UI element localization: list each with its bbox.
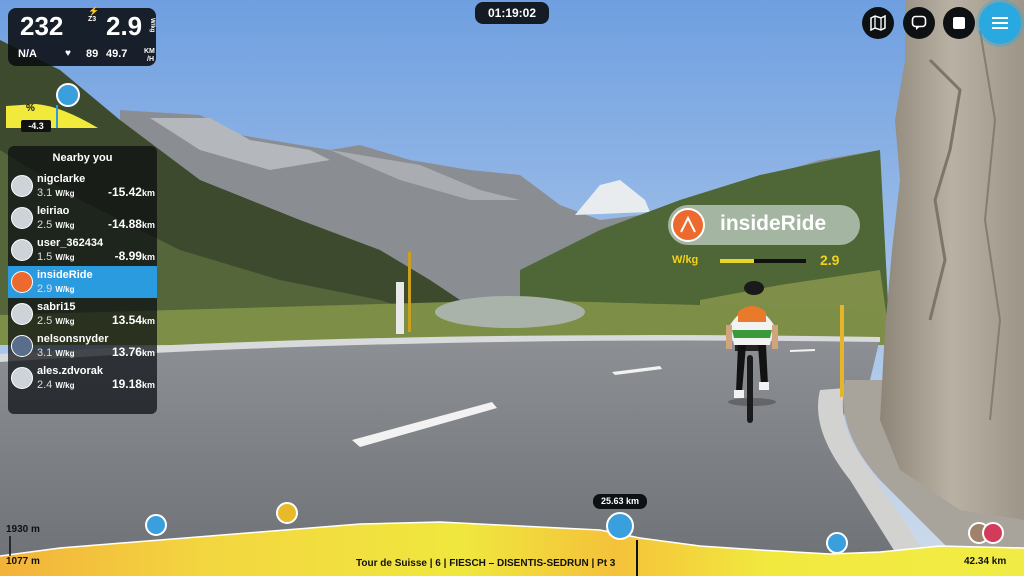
stop-icon	[953, 17, 965, 29]
rider-name: insideRide	[37, 269, 93, 281]
rider-wkg: 3.1 W/kg	[37, 187, 75, 199]
chat-button[interactable]	[903, 7, 935, 39]
course-title: Tour de Suisse | 6 | FIESCH – DISENTIS-S…	[356, 558, 616, 569]
heart-icon: ♥	[65, 48, 71, 59]
rider-gap: 19.18km	[111, 377, 155, 391]
speed-unit-bottom: /H	[147, 56, 154, 63]
rider-wkg: 2.5 W/kg	[37, 315, 75, 327]
rider-wkg: 2.4 W/kg	[37, 379, 75, 391]
current-position-marker-icon	[606, 512, 634, 540]
rider-gap: -15.42km	[107, 185, 155, 199]
cadence-value: N/A	[18, 48, 37, 60]
nearby-rider-row[interactable]: leiriao 2.5 W/kg -14.88km	[8, 202, 157, 234]
player-wkg-track	[720, 259, 806, 263]
player-wkg-label: W/kg	[672, 254, 699, 266]
nearby-title: Nearby you	[52, 152, 113, 164]
rider-avatar	[11, 271, 33, 293]
player-name-tag: insideRide	[668, 205, 860, 245]
min-elevation: 1077 m	[6, 556, 40, 567]
rider-name: ales.zdvorak	[37, 365, 104, 377]
wkg-value: 2.9	[106, 11, 143, 41]
rider-avatar	[11, 303, 33, 325]
rider-wkg: 2.5 W/kg	[37, 219, 75, 231]
map-icon	[870, 15, 886, 31]
player-wkg-value: 2.9	[820, 252, 840, 268]
player-name: insideRide	[720, 212, 827, 235]
current-distance: 25.63 km	[593, 494, 647, 509]
rider-name: nigclarke	[37, 173, 86, 185]
ride-timer: 01:19:02	[475, 2, 549, 24]
menu-icon	[992, 17, 1008, 29]
chat-icon	[911, 15, 927, 30]
nearby-rider-row[interactable]: user_362434 1.5 W/kg -8.99km	[8, 234, 157, 266]
power-zone: Z3	[88, 16, 97, 23]
player-wkg-bar: W/kg 2.9	[672, 252, 852, 270]
rider-wkg: 2.9 W/kg	[37, 283, 75, 295]
rider-gap: 13.54km	[111, 313, 155, 327]
insideride-logo-icon	[671, 208, 705, 242]
map-button[interactable]	[862, 7, 894, 39]
nearby-riders-panel: Nearby you nigclarke 3.1 W/kg -15.42km l…	[8, 146, 157, 414]
gradient-symbol: %	[26, 103, 35, 114]
rider-name: nelsonsnyder	[37, 333, 109, 345]
gradient-indicator: % -4.3	[6, 100, 98, 132]
rider-name: user_362434	[37, 237, 104, 249]
gradient-value: -4.3	[21, 120, 51, 132]
menu-button[interactable]	[979, 2, 1021, 44]
rider-marker-icon[interactable]	[145, 514, 167, 536]
player-wkg-fill	[720, 259, 755, 263]
total-distance: 42.34 km	[964, 556, 1007, 567]
nearby-rider-row[interactable]: sabri15 2.5 W/kg 13.54km	[8, 298, 157, 330]
rider-gap: 13.76km	[111, 345, 155, 359]
rider-wkg: 1.5 W/kg	[37, 251, 75, 263]
rider-name: leiriao	[37, 205, 70, 217]
stop-button[interactable]	[943, 7, 975, 39]
rider-avatar	[11, 175, 33, 197]
speed-unit-top: KM	[144, 48, 155, 55]
lightning-icon: ⚡	[88, 6, 100, 16]
max-elevation: 1930 m	[6, 524, 40, 535]
heart-rate-value: 89	[86, 48, 99, 60]
nearby-rider-row[interactable]: nigclarke 3.1 W/kg -15.42km	[8, 170, 157, 202]
rider-marker-icon[interactable]	[982, 522, 1004, 544]
rider-avatar	[11, 367, 33, 389]
ride-stats-panel: 232 Z3 ⚡ 2.9 W/kg N/A ♥ 89 49.7 KM /H	[8, 6, 156, 66]
gradient-profile-shape	[6, 104, 98, 128]
nearby-rider-row[interactable]: nelsonsnyder 3.1 W/kg 13.76km	[8, 330, 157, 362]
rider-avatar	[11, 335, 33, 357]
rider-marker-icon[interactable]	[826, 532, 848, 554]
rider-wkg: 3.1 W/kg	[37, 347, 75, 359]
nearby-rider-row-self[interactable]: insideRide 2.9 W/kg	[8, 266, 157, 298]
speed-value: 49.7	[106, 48, 128, 60]
rider-gap: -14.88km	[107, 217, 155, 231]
power-value: 232	[20, 11, 64, 41]
rider-gap: -8.99km	[114, 249, 155, 263]
rider-avatar	[11, 207, 33, 229]
rider-avatar	[11, 239, 33, 261]
rider-name: sabri15	[37, 301, 76, 313]
nearby-rider-row[interactable]: ales.zdvorak 2.4 W/kg 19.18km	[8, 362, 157, 394]
rider-marker-icon[interactable]	[276, 502, 298, 524]
wkg-unit: W/kg	[149, 18, 155, 33]
